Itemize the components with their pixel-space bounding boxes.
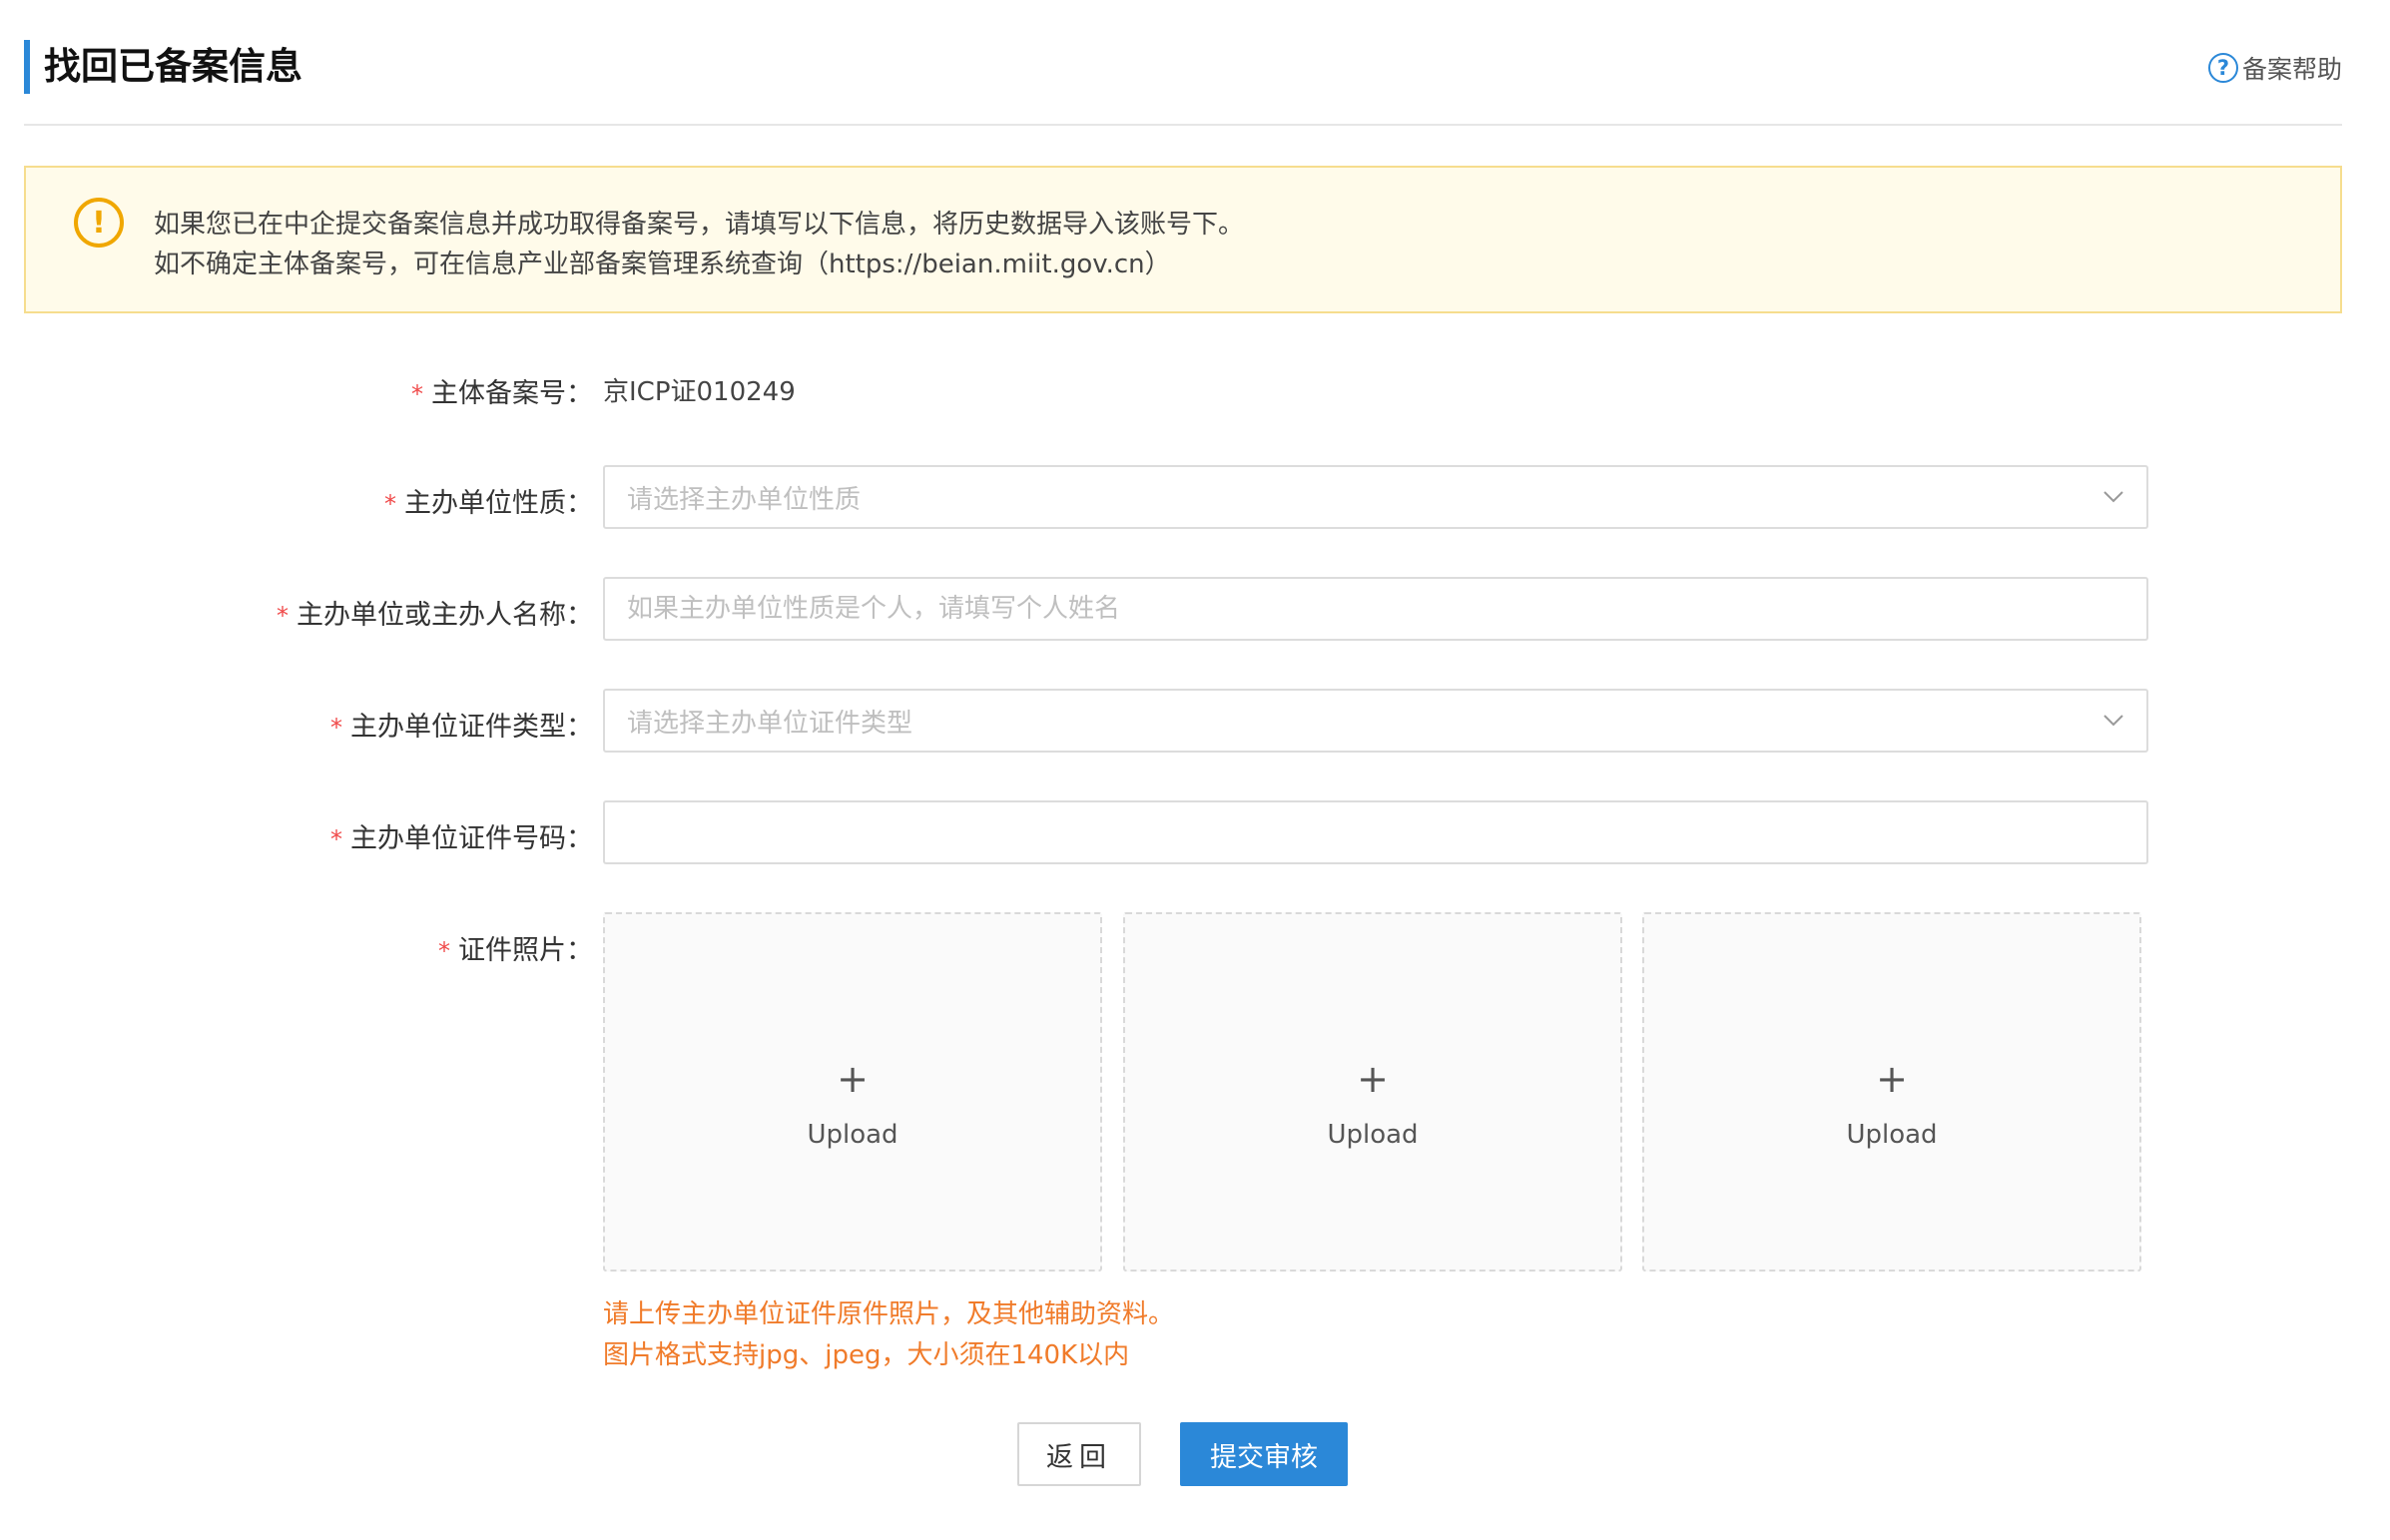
upload-tip-2: 图片格式支持jpg、jpeg，大小须在140K以内 — [603, 1340, 1130, 1370]
cert-type-label: * 主办单位证件类型： — [330, 712, 593, 743]
plus-icon: + — [837, 1057, 869, 1101]
question-circle-icon: ? — [2207, 53, 2238, 83]
help-link[interactable]: ? 备案帮助 — [2207, 48, 2342, 88]
chevron-down-icon — [2103, 715, 2123, 727]
required-mark: * — [384, 490, 396, 518]
page-title: 找回已备案信息 — [44, 45, 302, 88]
record-no-label: * 主体备案号： — [411, 378, 593, 409]
title-accent-bar — [24, 40, 30, 94]
upload-label: Upload — [1846, 1120, 1938, 1150]
plus-icon: + — [1357, 1057, 1389, 1101]
cert-type-select[interactable]: 请选择主办单位证件类型 — [603, 689, 2148, 753]
unit-name-label: * 主办单位或主办人名称： — [277, 600, 593, 631]
page: 找回已备案信息 ? 备案帮助 ! 如果您已在中企提交备案信息并成功取得备案号，请… — [0, 0, 2390, 1540]
cert-no-input-wrapper — [603, 800, 2148, 864]
unit-nature-placeholder: 请选择主办单位性质 — [627, 484, 862, 515]
plus-icon: + — [1876, 1057, 1908, 1101]
required-mark: * — [330, 825, 342, 853]
required-mark: * — [411, 380, 423, 408]
notice-line-2: 如不确定主体备案号，可在信息产业部备案管理系统查询（https://beian.… — [154, 250, 1171, 279]
unit-name-input[interactable] — [627, 579, 2146, 639]
cert-no-label: * 主办单位证件号码： — [330, 823, 593, 854]
cert-no-input[interactable] — [627, 802, 2146, 862]
help-link-label: 备案帮助 — [2241, 55, 2342, 84]
notice-line-1: 如果您已在中企提交备案信息并成功取得备案号，请填写以下信息，将历史数据导入该账号… — [154, 210, 1245, 240]
upload-label: Upload — [1327, 1120, 1419, 1150]
upload-box-1[interactable]: + Upload — [603, 912, 1102, 1272]
unit-name-input-wrapper — [603, 577, 2148, 641]
unit-nature-select[interactable]: 请选择主办单位性质 — [603, 465, 2148, 529]
unit-nature-label: * 主办单位性质： — [384, 488, 593, 519]
upload-tip-1: 请上传主办单位证件原件照片，及其他辅助资料。 — [603, 1299, 1175, 1329]
page-header: 找回已备案信息 ? 备案帮助 — [24, 36, 2342, 126]
required-mark: * — [438, 937, 450, 965]
cert-type-placeholder: 请选择主办单位证件类型 — [627, 708, 913, 739]
submit-review-button[interactable]: 提交审核 — [1180, 1422, 1348, 1486]
back-button[interactable]: 返回 — [1017, 1422, 1141, 1486]
upload-label: Upload — [807, 1120, 898, 1150]
upload-box-3[interactable]: + Upload — [1642, 912, 2141, 1272]
chevron-down-icon — [2103, 491, 2123, 503]
required-mark: * — [330, 714, 342, 742]
notice-banner: ! 如果您已在中企提交备案信息并成功取得备案号，请填写以下信息，将历史数据导入该… — [24, 166, 2342, 313]
photos-label: * 证件照片： — [438, 935, 593, 966]
exclamation-circle-icon: ! — [74, 198, 124, 248]
required-mark: * — [277, 602, 289, 630]
upload-box-2[interactable]: + Upload — [1123, 912, 1622, 1272]
record-no-value: 京ICP证010249 — [603, 377, 796, 407]
